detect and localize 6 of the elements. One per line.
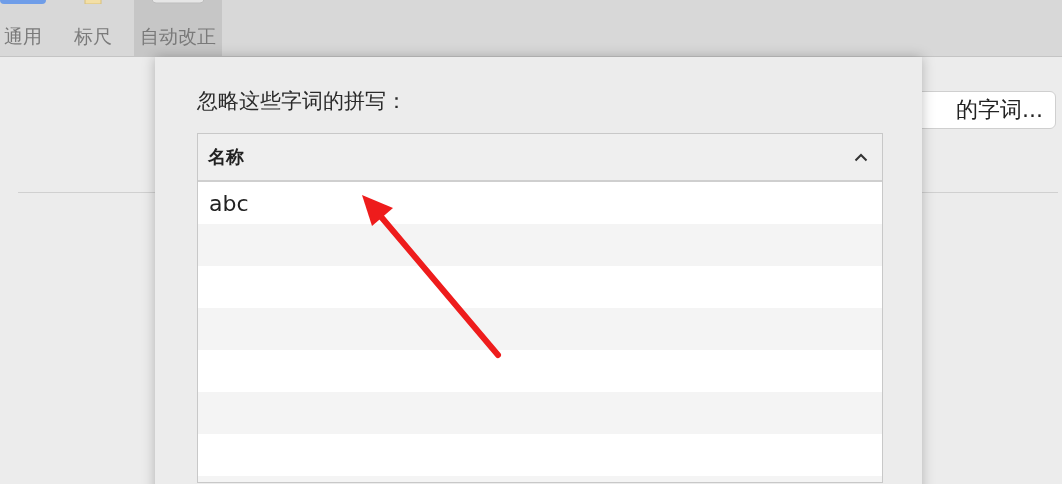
sheet-heading: 忽略这些字词的拼写：	[197, 88, 408, 115]
table-cell: abc	[209, 190, 249, 216]
column-header[interactable]: 名称	[198, 134, 882, 182]
toolbar-tab[interactable]: 标尺	[68, 0, 118, 56]
toolbar-tab[interactable]: 通用	[0, 0, 52, 56]
toolbar-tab[interactable]: 自动改正	[134, 0, 222, 56]
